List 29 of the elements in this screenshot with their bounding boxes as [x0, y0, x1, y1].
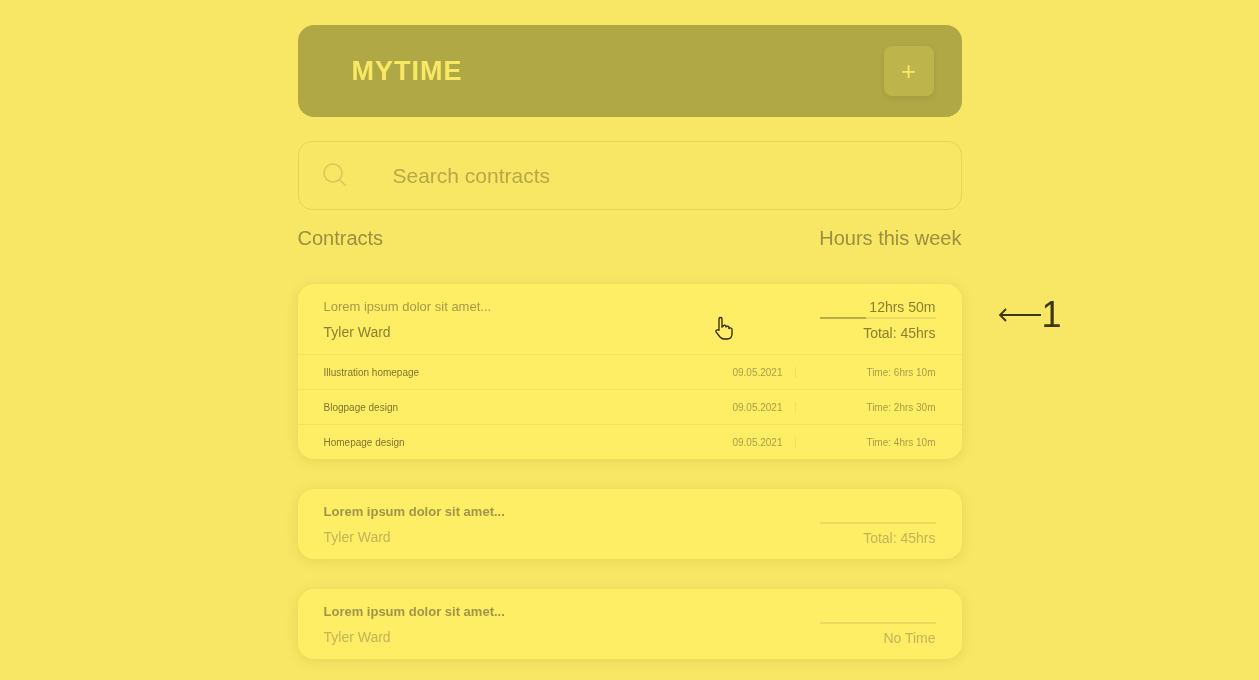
total-hours: Total: 45hrs — [863, 530, 936, 546]
task-time: Time: 2hrs 30m — [865, 401, 936, 413]
contract-title: Lorem ipsum dolor sit amet... — [323, 504, 505, 519]
contract-title: Lorem ipsum dolor sit amet... — [323, 299, 492, 314]
contract-card[interactable]: Lorem ipsum dolor sit amet... Tyler Ward No Time — [297, 589, 962, 659]
contract-card[interactable]: Lorem ipsum dolor sit amet... Tyler Ward Total: 45hrs — [297, 489, 962, 559]
client-name: Tyler Ward — [323, 629, 392, 645]
total-hours: No Time — [883, 630, 936, 646]
task-date: 09.05.2021 — [722, 436, 796, 448]
task-name: Homepage design — [323, 436, 406, 448]
task-date: 09.05.2021 — [722, 401, 796, 413]
task-name: Illustration homepage — [323, 366, 421, 378]
search-icon — [321, 162, 348, 188]
app-logo: MYTIME — [351, 55, 463, 87]
task-date: 09.05.2021 — [722, 366, 796, 378]
total-hours: Total: 45hrs — [863, 325, 936, 341]
client-name: Tyler Ward — [323, 324, 392, 340]
column-label: Hours this week — [819, 227, 962, 250]
task-name: Blogpage design — [323, 401, 399, 413]
contract-title: Lorem ipsum dolor sit amet... — [323, 604, 505, 619]
week-hours: 12hrs 50m — [869, 299, 936, 315]
client-name: Tyler Ward — [323, 529, 392, 545]
search-field[interactable]: Search contracts — [297, 141, 962, 210]
column-label: Contracts — [297, 227, 384, 250]
add-button[interactable]: + — [883, 46, 934, 96]
task-time: Time: 6hrs 10m — [865, 366, 936, 378]
task-time: Time: 4hrs 10m — [865, 436, 936, 448]
annotation-number: 1 — [1041, 294, 1062, 336]
arrow-left-icon — [997, 307, 1042, 323]
